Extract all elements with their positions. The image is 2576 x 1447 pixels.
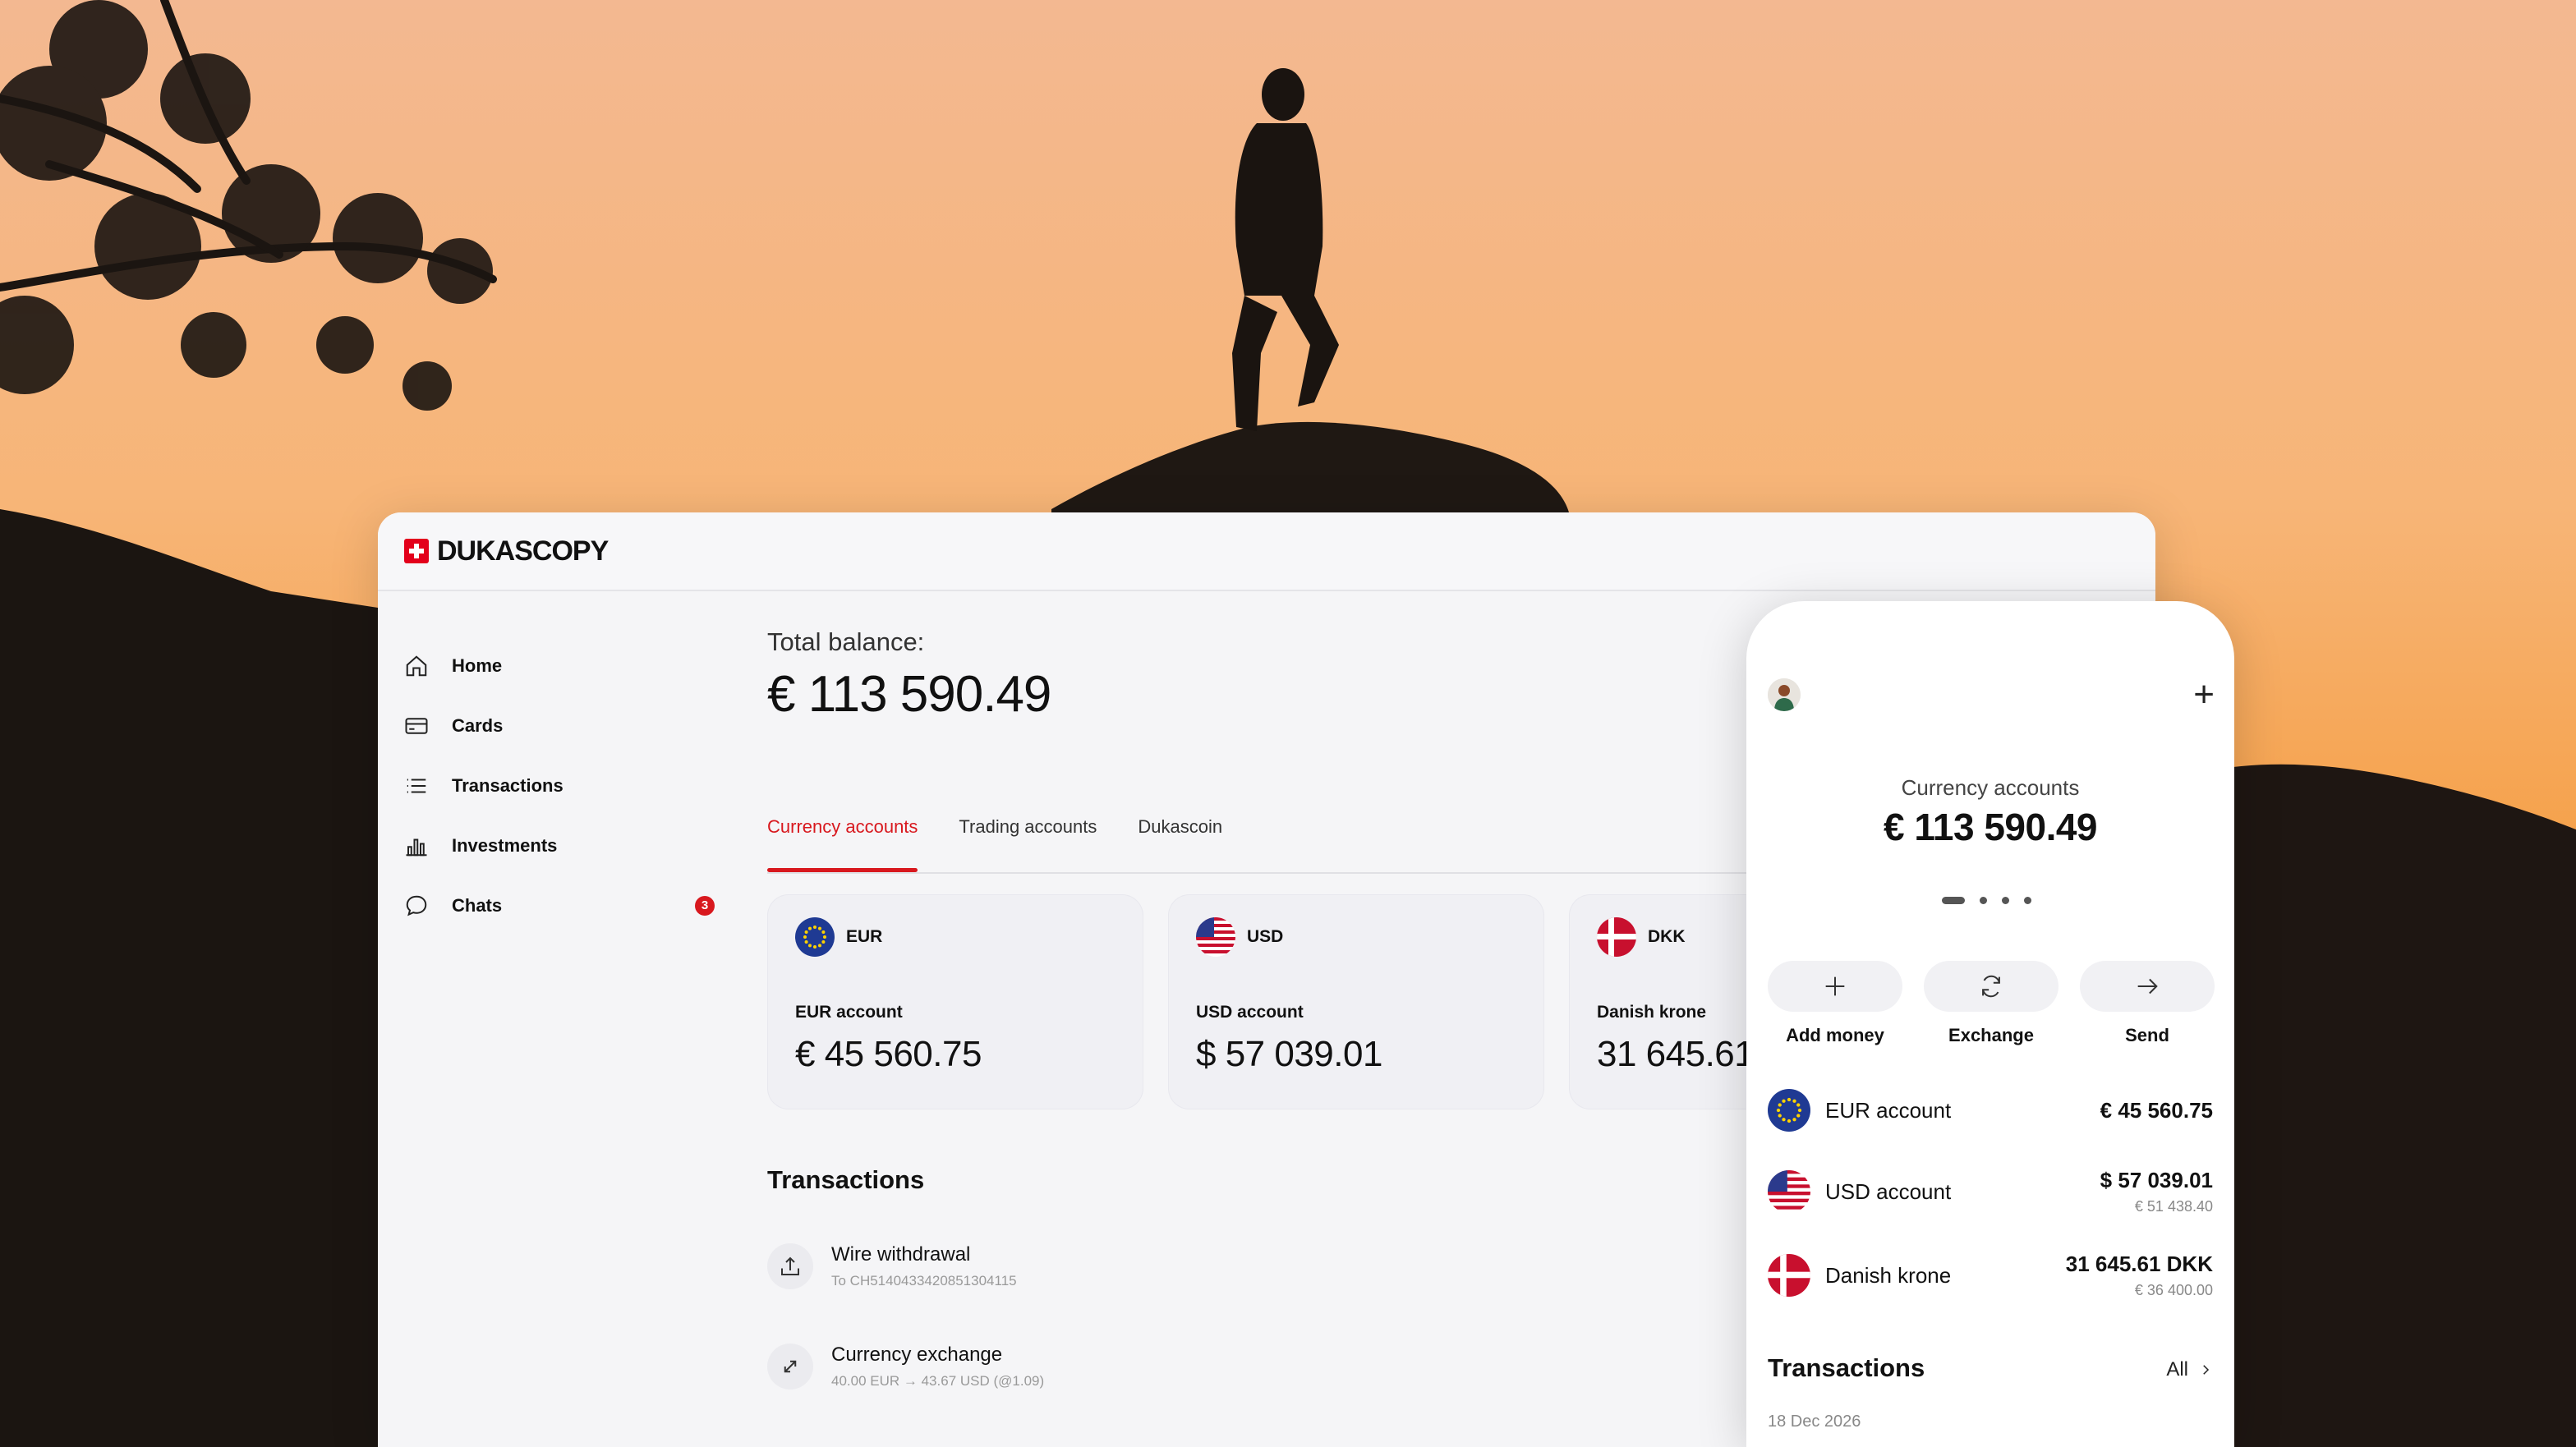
transaction-row[interactable]: Currency exchange 40.00 EUR → 43.67 USD …	[767, 1344, 1044, 1390]
tab-trading-accounts[interactable]: Trading accounts	[959, 808, 1097, 870]
transaction-date: 18 Dec 2026	[1768, 1413, 1861, 1431]
page-dot[interactable]	[2024, 897, 2031, 904]
refresh-icon	[1982, 975, 2000, 998]
see-all-link[interactable]: All	[2166, 1358, 2213, 1381]
account-card-usd[interactable]: USD USD account $ 57 039.01	[1168, 894, 1544, 1109]
sidebar-item-investments[interactable]: Investments	[402, 815, 715, 875]
list-icon	[402, 772, 430, 800]
page-dot[interactable]	[2002, 897, 2009, 904]
total-balance-label: Total balance:	[767, 627, 925, 656]
mobile-app: + Currency accounts € 113 590.49 Add mon…	[1746, 601, 2234, 1447]
action-label: Send	[2125, 1025, 2169, 1045]
tab-currency-accounts[interactable]: Currency accounts	[767, 808, 918, 872]
sidebar-item-home[interactable]: Home	[402, 636, 715, 696]
account-name: USD account	[1196, 1003, 1304, 1022]
account-amount: € 45 560.75	[2100, 1097, 2213, 1123]
send-button[interactable]	[2080, 961, 2215, 1012]
quick-actions: Add money Exchange Send	[1768, 961, 2215, 1046]
card-icon	[402, 712, 430, 740]
add-money-action[interactable]: Add money	[1768, 961, 1902, 1046]
action-label: Add money	[1786, 1025, 1884, 1045]
sidebar-item-label: Home	[452, 655, 503, 676]
currency-code: EUR	[846, 927, 883, 946]
chat-icon	[402, 892, 430, 920]
transaction-detail: 40.00 EUR → 43.67 USD (@1.09)	[831, 1373, 1045, 1389]
brand-name: DUKASCOPY	[437, 535, 609, 567]
account-tabs: Currency accounts Trading accounts Dukas…	[767, 808, 1802, 874]
account-amount: $ 57 039.01	[1196, 1034, 1382, 1074]
us-flag-icon	[1196, 917, 1235, 957]
dk-flag-icon	[1597, 917, 1636, 957]
account-equivalent: € 51 438.40	[2134, 1198, 2213, 1215]
page-indicator	[1942, 897, 2031, 904]
account-amount: $ 57 039.01	[2100, 1168, 2213, 1192]
sidebar-item-cards[interactable]: Cards	[402, 696, 715, 756]
total-balance-value: € 113 590.49	[767, 666, 1051, 723]
transaction-name: Wire withdrawal	[831, 1243, 971, 1266]
sidebar-item-chats[interactable]: Chats 3	[402, 875, 715, 935]
account-amount: € 45 560.75	[795, 1034, 982, 1074]
account-name: USD account	[1825, 1178, 1952, 1204]
sidebar-item-label: Transactions	[452, 774, 564, 796]
account-equivalent: € 36 400.00	[2134, 1282, 2213, 1298]
phone-balance-label: Currency accounts	[1901, 775, 2080, 800]
exchange-action[interactable]: Exchange	[1924, 961, 2058, 1046]
sidebar-item-label: Chats	[452, 894, 503, 916]
action-label: Exchange	[1948, 1025, 2034, 1045]
swiss-flag-icon	[404, 539, 429, 563]
see-all-label: All	[2166, 1358, 2188, 1380]
add-button[interactable]: +	[2193, 677, 2215, 713]
exchange-icon	[767, 1344, 813, 1390]
transactions-heading: Transactions	[767, 1165, 925, 1194]
page-dot[interactable]	[1980, 897, 1987, 904]
balance-summary: Total balance: € 113 590.49	[767, 627, 1051, 724]
brand-logo[interactable]: DUKASCOPY	[404, 535, 609, 567]
home-icon	[402, 652, 430, 680]
phone-balance-value: € 113 590.49	[1883, 806, 2098, 848]
send-action[interactable]: Send	[2080, 961, 2215, 1046]
transaction-detail: To CH5140433420851304115	[831, 1273, 1017, 1289]
plus-icon	[1825, 976, 1845, 996]
upload-icon	[767, 1243, 813, 1289]
avatar[interactable]	[1768, 678, 1801, 711]
tab-dukascoin[interactable]: Dukascoin	[1138, 808, 1222, 870]
exchange-button[interactable]	[1924, 961, 2058, 1012]
page-dot-active[interactable]	[1942, 897, 1965, 904]
transaction-row[interactable]: Wire withdrawal To CH5140433420851304115	[767, 1243, 1017, 1289]
unread-badge: 3	[695, 895, 715, 916]
phone-account-eur[interactable]: EUR account € 45 560.75	[1768, 1089, 2213, 1132]
add-money-button[interactable]	[1768, 961, 1902, 1012]
account-name: Danish krone	[1825, 1262, 1952, 1288]
account-name: EUR account	[1825, 1097, 1952, 1123]
arrow-right-icon	[2137, 978, 2158, 995]
sidebar: Home Cards Transactions Investments Chat…	[402, 636, 715, 935]
account-card-eur[interactable]: EUR EUR account € 45 560.75	[767, 894, 1143, 1109]
sidebar-item-label: Cards	[452, 714, 504, 736]
account-name: EUR account	[795, 1003, 903, 1022]
top-bar: DUKASCOPY	[378, 512, 2155, 591]
currency-code: DKK	[1648, 927, 1686, 946]
chevron-right-icon	[2203, 1365, 2210, 1375]
dk-flag-icon	[1768, 1254, 1810, 1297]
sidebar-item-label: Investments	[452, 834, 558, 856]
phone-account-usd[interactable]: USD account $ 57 039.01 € 51 438.40	[1768, 1168, 2213, 1215]
eu-flag-icon	[795, 917, 835, 957]
eu-flag-icon	[1768, 1089, 1810, 1132]
us-flag-icon	[1768, 1170, 1810, 1213]
bar-chart-icon	[402, 832, 430, 860]
phone-account-dkk[interactable]: Danish krone 31 645.61 DKK € 36 400.00	[1768, 1252, 2213, 1299]
phone-transactions-heading: Transactions	[1768, 1353, 1925, 1382]
sidebar-item-transactions[interactable]: Transactions	[402, 756, 715, 815]
transaction-name: Currency exchange	[831, 1344, 1003, 1366]
account-amount: 31 645.61 DKK	[2065, 1252, 2213, 1276]
currency-code: USD	[1247, 927, 1284, 946]
